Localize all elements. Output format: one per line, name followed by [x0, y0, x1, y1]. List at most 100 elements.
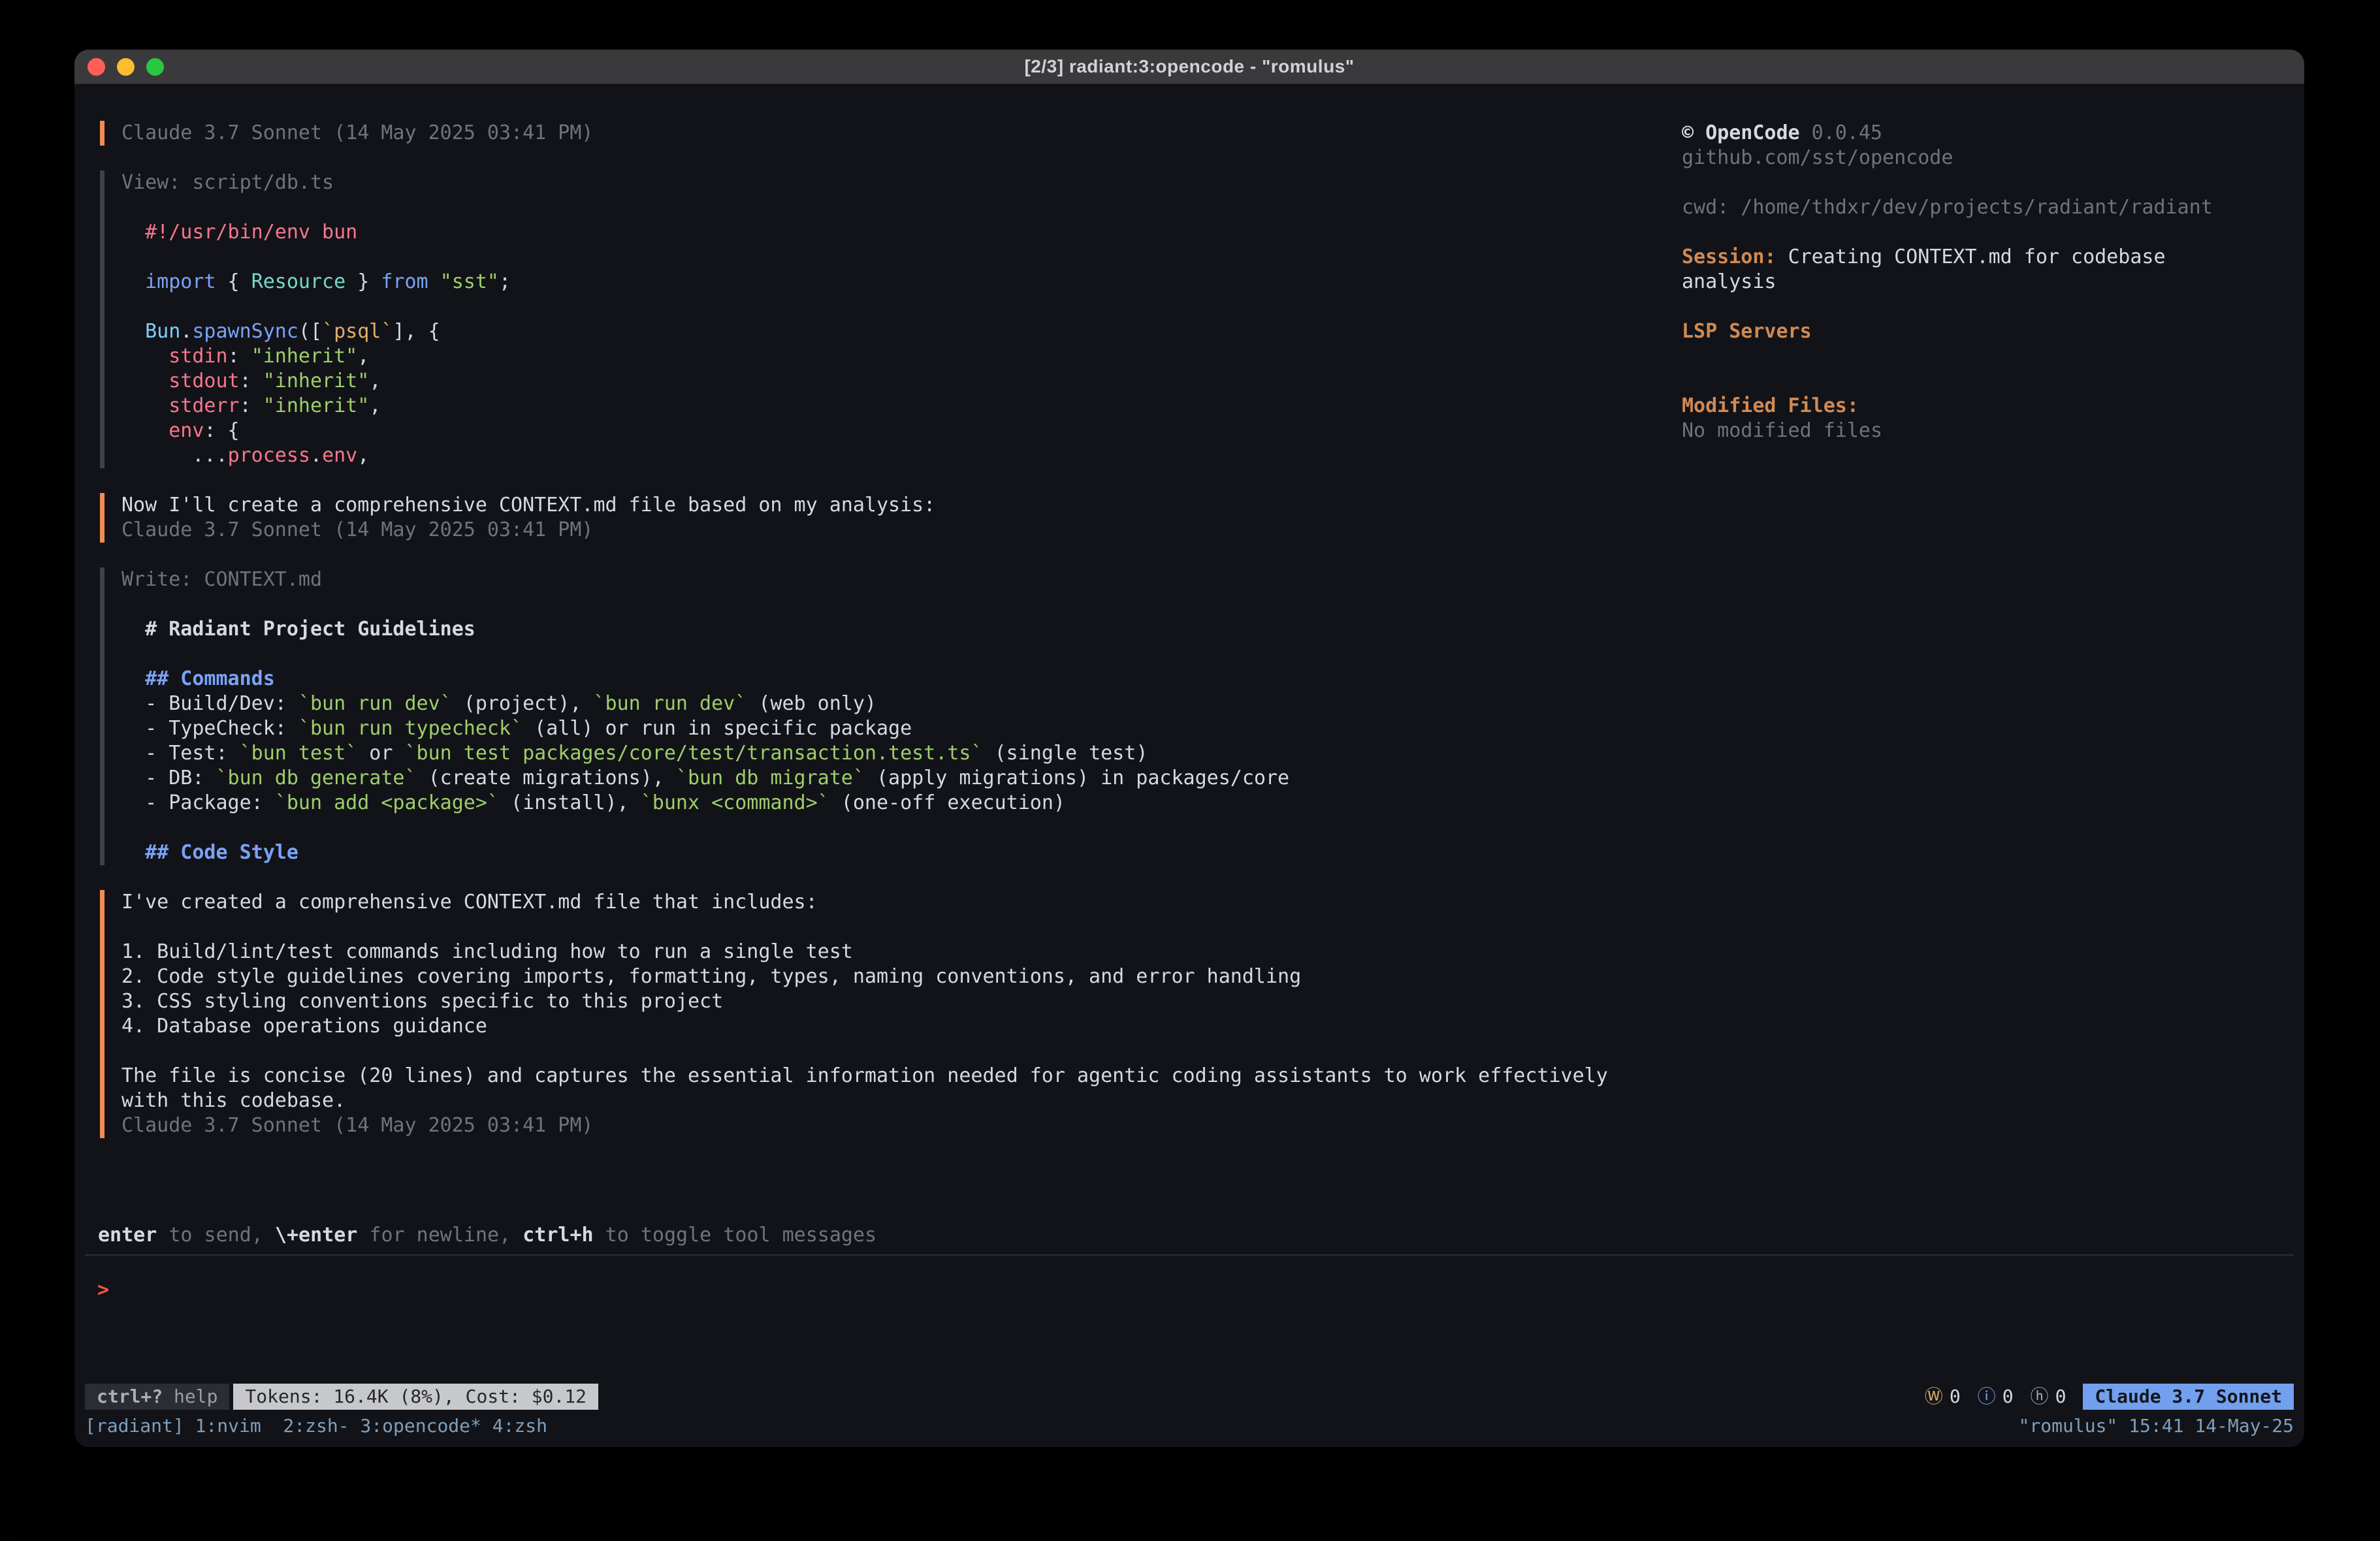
model-chip[interactable]: Claude 3.7 Sonnet — [2083, 1384, 2294, 1410]
text-line — [121, 1039, 1667, 1064]
text-segment: 4. Database operations guidance — [121, 1015, 487, 1038]
text-segment: spawnSync — [192, 320, 298, 343]
zoom-button[interactable] — [146, 58, 164, 76]
text-segment: from — [381, 270, 428, 293]
diagnostic-infos: ⓘ0 — [1978, 1384, 2014, 1409]
text-segment: , — [369, 394, 381, 417]
text-segment: - Test: — [121, 742, 240, 765]
terminal-window: [2/3] radiant:3:opencode - "romulus" Cla… — [74, 50, 2304, 1447]
tokens-cost-chip: Tokens: 16.4K (8%), Cost: $0.12 — [233, 1384, 598, 1410]
status-bar: ctrl+? help Tokens: 16.4K (8%), Cost: $0… — [85, 1384, 2294, 1410]
text-line: - Package: `bun add <package>` (install)… — [121, 791, 1667, 816]
text-segment: `psql` — [322, 320, 393, 343]
warning-count: 0 — [1950, 1384, 1961, 1409]
text-segment: "inherit" — [263, 370, 370, 392]
text-segment: ([ — [298, 320, 322, 343]
text-segment: Write: CONTEXT.md — [121, 568, 322, 591]
spacer — [1682, 220, 2230, 245]
text-line: 3. CSS styling conventions specific to t… — [121, 989, 1667, 1014]
text-line: The file is concise (20 lines) and captu… — [121, 1064, 1667, 1088]
assistant-message-block: Now I'll create a comprehensive CONTEXT.… — [100, 493, 1667, 543]
text-line: - DB: `bun db generate` (create migratio… — [121, 766, 1667, 791]
minimize-button[interactable] — [117, 58, 135, 76]
text-segment: { — [216, 270, 251, 293]
text-segment: : — [228, 345, 251, 368]
hint-count: 0 — [2055, 1384, 2066, 1409]
version-text: 0.0.45 — [1812, 121, 1882, 144]
status-right: Ⓦ0 ⓘ0 ⓗ0 Claude 3.7 Sonnet — [1925, 1384, 2294, 1410]
text-line — [121, 294, 1667, 319]
repo-link[interactable]: github.com/sst/opencode — [1682, 146, 2230, 170]
text-segment: for newline, — [357, 1224, 523, 1247]
text-segment: : — [240, 370, 263, 392]
diagnostic-hints: ⓗ0 — [2031, 1384, 2066, 1409]
text-line — [121, 642, 1667, 667]
close-button[interactable] — [88, 58, 105, 76]
text-segment: Bun — [145, 320, 180, 343]
text-segment: Claude 3.7 Sonnet (14 May 2025 03:41 PM) — [121, 518, 593, 541]
warning-icon: Ⓦ — [1925, 1384, 1943, 1409]
text-segment: (single test) — [983, 742, 1148, 765]
text-segment: `bun db generate` — [216, 767, 417, 789]
window-titlebar: [2/3] radiant:3:opencode - "romulus" — [74, 50, 2304, 84]
text-segment: `bun add <package>` — [275, 791, 499, 814]
text-segment: . — [180, 320, 192, 343]
text-segment: : { — [204, 419, 239, 442]
tmux-status-bar: [radiant] 1:nvim 2:zsh- 3:opencode* 4:zs… — [85, 1414, 2294, 1438]
text-segment: Now I'll create a comprehensive CONTEXT.… — [121, 494, 935, 516]
text-line: env: { — [121, 419, 1667, 443]
text-line: #!/usr/bin/env bun — [121, 220, 1667, 245]
session-info: Session: Creating CONTEXT.md for codebas… — [1682, 245, 2230, 294]
text-segment: "sst" — [440, 270, 499, 293]
text-segment — [121, 667, 145, 690]
text-line: Claude 3.7 Sonnet (14 May 2025 03:41 PM) — [121, 1113, 1667, 1138]
text-segment: (apply migrations) in packages/core — [865, 767, 1289, 789]
text-segment: `bunx <command>` — [641, 791, 829, 814]
text-segment: `bun test packages/core/test/transaction… — [405, 742, 983, 765]
text-segment: stdin — [169, 345, 227, 368]
help-chip[interactable]: ctrl+? help — [85, 1384, 229, 1410]
text-segment: "inherit" — [251, 345, 358, 368]
spacer — [1682, 170, 2230, 195]
text-segment: ## Commands — [145, 667, 275, 690]
text-line: - TypeCheck: `bun run typecheck` (all) o… — [121, 716, 1667, 741]
lsp-servers-label: LSP Servers — [1682, 319, 2230, 344]
text-line: Claude 3.7 Sonnet (14 May 2025 03:41 PM) — [121, 121, 1667, 146]
text-segment: (one-off execution) — [829, 791, 1065, 814]
text-segment: env — [322, 444, 357, 467]
text-segment — [121, 394, 169, 417]
text-line: Write: CONTEXT.md — [121, 567, 1667, 592]
text-segment — [121, 345, 169, 368]
modified-files-value: No modified files — [1682, 419, 2230, 443]
text-line: - Test: `bun test` or `bun test packages… — [121, 741, 1667, 766]
prompt-area[interactable]: > — [74, 1256, 2304, 1384]
modified-files-label: Modified Files: — [1682, 394, 2230, 419]
text-segment: to send, — [157, 1224, 275, 1247]
text-segment: ## Code Style — [145, 841, 298, 864]
diagnostic-warnings: Ⓦ0 — [1925, 1384, 1961, 1409]
text-segment: or — [357, 742, 404, 765]
text-segment: Resource — [251, 270, 346, 293]
text-segment: , — [357, 345, 369, 368]
prompt-symbol: > — [97, 1279, 109, 1301]
text-line — [121, 915, 1667, 940]
text-segment: Claude 3.7 Sonnet (14 May 2025 03:41 PM) — [121, 121, 593, 144]
text-segment: 2. Code style guidelines covering import… — [121, 965, 1301, 988]
text-line: I've created a comprehensive CONTEXT.md … — [121, 890, 1667, 915]
text-line — [121, 245, 1667, 270]
text-line: stdin: "inherit", — [121, 344, 1667, 369]
text-segment — [121, 320, 145, 343]
text-segment: - Package: — [121, 791, 275, 814]
text-segment: #!/usr/bin/env bun — [121, 221, 357, 244]
hint-icon: ⓗ — [2031, 1384, 2049, 1409]
text-segment: Claude 3.7 Sonnet (14 May 2025 03:41 PM) — [121, 1114, 593, 1137]
text-segment — [428, 270, 440, 293]
text-segment: `bun run dev` — [594, 692, 747, 715]
text-segment: ], { — [393, 320, 440, 343]
tmux-window-list[interactable]: [radiant] 1:nvim 2:zsh- 3:opencode* 4:zs… — [85, 1414, 547, 1438]
text-line: 2. Code style guidelines covering import… — [121, 964, 1667, 989]
text-segment: \+enter — [275, 1224, 357, 1247]
text-segment: , — [357, 444, 369, 467]
text-segment: (project), — [452, 692, 594, 715]
text-segment: `bun test` — [240, 742, 358, 765]
